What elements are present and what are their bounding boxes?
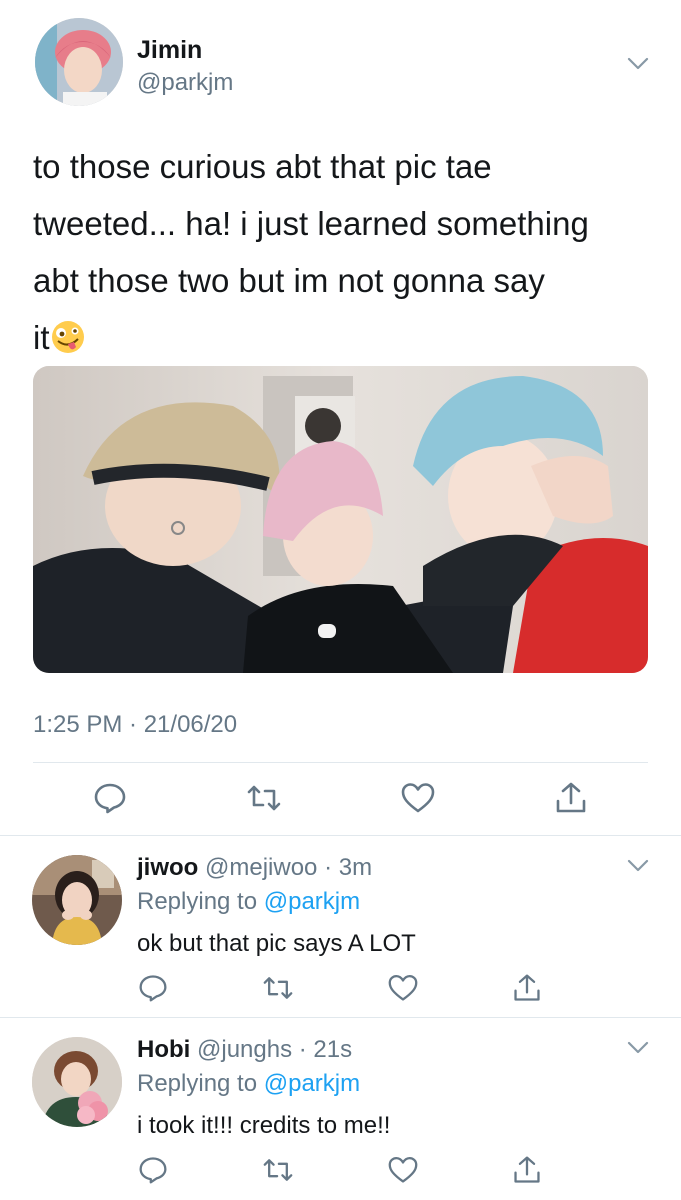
- chevron-down-icon[interactable]: [626, 56, 650, 72]
- chevron-down-icon[interactable]: [626, 858, 650, 874]
- reply-header: Hobi @junghs · 21s: [137, 1036, 352, 1064]
- tweet-timestamp[interactable]: 1:25 PM · 21/06/20: [33, 711, 237, 739]
- reply-text: ok but that pic says A LOT: [137, 930, 416, 957]
- tweet-media-photo[interactable]: [33, 366, 648, 673]
- main-tweet: Jimin @parkjm to those curious abt that …: [0, 0, 681, 836]
- author-name[interactable]: jiwoo: [137, 854, 198, 881]
- divider: [33, 762, 648, 763]
- tweet-body: to those curious abt that pic tae tweete…: [33, 148, 589, 356]
- share-icon[interactable]: [512, 973, 542, 1003]
- retweet-icon[interactable]: [247, 781, 281, 815]
- like-icon[interactable]: [388, 973, 418, 1003]
- zany-face-emoji: [51, 321, 84, 353]
- replying-prefix: Replying to: [137, 888, 258, 915]
- author-handle[interactable]: @junghs: [197, 1036, 292, 1063]
- reply-header: jiwoo @mejiwoo · 3m: [137, 854, 372, 882]
- reply-icon[interactable]: [138, 973, 168, 1003]
- author-name[interactable]: Jimin: [137, 36, 202, 65]
- time-ago: 21s: [313, 1036, 353, 1063]
- retweet-icon[interactable]: [263, 973, 293, 1003]
- tweet-text: to those curious abt that pic tae tweete…: [33, 138, 648, 366]
- twitter-thread: Jimin @parkjm to those curious abt that …: [0, 0, 681, 1200]
- reply-tweet[interactable]: jiwoo @mejiwoo · 3m Replying to @parkjm …: [0, 836, 681, 1017]
- author-handle[interactable]: @parkjm: [137, 69, 233, 97]
- author-handle[interactable]: @mejiwoo: [205, 854, 317, 881]
- avatar[interactable]: [32, 1037, 122, 1127]
- tweet-actions: [0, 779, 681, 819]
- mention-link[interactable]: @parkjm: [264, 888, 360, 915]
- like-icon[interactable]: [388, 1155, 418, 1185]
- separator-dot: ·: [292, 1036, 314, 1063]
- retweet-icon[interactable]: [263, 1155, 293, 1185]
- share-icon[interactable]: [554, 781, 588, 815]
- reply-text: i took it!!! credits to me!!: [137, 1112, 391, 1139]
- replying-prefix: Replying to: [137, 1070, 258, 1097]
- like-icon[interactable]: [401, 781, 435, 815]
- time-ago: 3m: [338, 854, 373, 881]
- replying-to: Replying to @parkjm: [137, 1070, 360, 1098]
- share-icon[interactable]: [512, 1155, 542, 1185]
- reply-icon[interactable]: [138, 1155, 168, 1185]
- mention-link[interactable]: @parkjm: [264, 1070, 360, 1097]
- avatar[interactable]: [35, 18, 123, 106]
- chevron-down-icon[interactable]: [626, 1040, 650, 1056]
- reply-tweet[interactable]: Hobi @junghs · 21s Replying to @parkjm i…: [0, 1018, 681, 1200]
- separator-dot: ·: [317, 854, 339, 881]
- author-name[interactable]: Hobi: [137, 1036, 190, 1063]
- reply-icon[interactable]: [93, 781, 127, 815]
- replying-to: Replying to @parkjm: [137, 888, 360, 916]
- avatar[interactable]: [32, 855, 122, 945]
